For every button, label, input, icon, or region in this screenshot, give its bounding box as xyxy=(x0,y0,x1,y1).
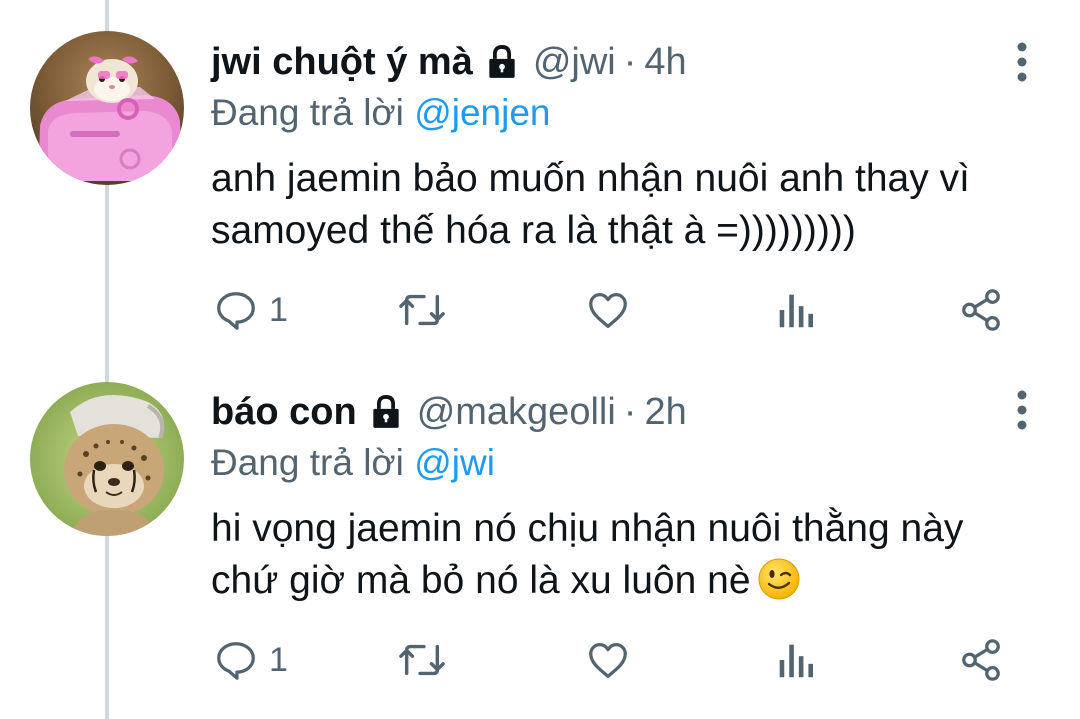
tweet[interactable]: báo con @makgeolli · 2h Đang trả lời @jw… xyxy=(0,360,1080,719)
reply-button[interactable]: 1 xyxy=(213,280,288,340)
retweet-icon xyxy=(399,294,445,326)
tweet-header: báo con @makgeolli · 2h xyxy=(211,384,687,440)
retweet-button[interactable] xyxy=(396,630,448,690)
reply-count: 1 xyxy=(269,640,288,679)
separator-dot: · xyxy=(623,391,637,433)
hamster-in-pink-car-avatar-icon xyxy=(30,31,184,185)
display-name[interactable]: jwi chuột ý mà xyxy=(211,34,473,90)
retweet-icon xyxy=(399,644,445,676)
winking-face-emoji-icon xyxy=(758,558,800,600)
avatar[interactable] xyxy=(30,382,184,536)
timestamp[interactable]: 2h xyxy=(644,384,686,440)
replying-to: Đang trả lời @jwi xyxy=(211,438,495,488)
tweet-text: anh jaemin bảo muốn nhận nuôi anh thay v… xyxy=(211,153,1041,257)
replying-to: Đang trả lời @jenjen xyxy=(211,88,551,138)
reply-thread: jwi chuột ý mà @jwi · 4h Đang trả lời @j… xyxy=(0,0,1080,719)
more-options-icon[interactable] xyxy=(1016,390,1028,430)
analytics-icon xyxy=(779,294,814,328)
tweet-text-line-with-emoji: chứ giờ mà bỏ nó là xu luôn nè xyxy=(211,555,1041,607)
reply-count: 1 xyxy=(269,290,288,329)
share-button[interactable] xyxy=(958,280,1004,340)
share-button[interactable] xyxy=(958,630,1004,690)
lock-icon xyxy=(489,45,515,78)
tweet-text-line: anh jaemin bảo muốn nhận nuôi anh thay v… xyxy=(211,157,970,200)
tweet-actions: 1 xyxy=(211,280,1031,340)
tweet[interactable]: jwi chuột ý mà @jwi · 4h Đang trả lời @j… xyxy=(0,0,1080,360)
like-button[interactable] xyxy=(584,280,632,340)
reply-icon xyxy=(217,292,255,330)
replying-to-label: Đang trả lời xyxy=(211,442,404,483)
tweet-header: jwi chuột ý mà @jwi · 4h xyxy=(211,34,687,90)
analytics-button[interactable] xyxy=(775,630,815,690)
tweet-text-line: samoyed thế hóa ra là thật à =))))))))) xyxy=(211,209,856,252)
tweet-actions: 1 xyxy=(211,630,1031,690)
replying-to-mention[interactable]: @jwi xyxy=(414,442,495,483)
analytics-icon xyxy=(779,644,814,678)
tweet-text: hi vọng jaemin nó chịu nhận nuôi thằng n… xyxy=(211,503,1041,607)
handle[interactable]: @makgeolli xyxy=(417,384,616,440)
share-icon xyxy=(962,289,1000,331)
avatar[interactable] xyxy=(30,31,184,185)
reply-button[interactable]: 1 xyxy=(213,630,288,690)
timestamp[interactable]: 4h xyxy=(644,34,686,90)
retweet-button[interactable] xyxy=(396,280,448,340)
separator-dot: · xyxy=(623,41,637,83)
replying-to-mention[interactable]: @jenjen xyxy=(414,92,550,133)
heart-icon xyxy=(589,643,627,678)
replying-to-label: Đang trả lời xyxy=(211,92,404,133)
reply-icon xyxy=(217,642,255,680)
share-icon xyxy=(962,639,1000,681)
handle[interactable]: @jwi xyxy=(533,34,616,90)
tweet-text-line: hi vọng jaemin nó chịu nhận nuôi thằng n… xyxy=(211,507,964,550)
more-options-icon[interactable] xyxy=(1016,42,1028,82)
like-button[interactable] xyxy=(584,630,632,690)
tweet-text-fragment: chứ giờ mà bỏ nó là xu luôn nè xyxy=(211,559,751,602)
analytics-button[interactable] xyxy=(775,280,815,340)
cheetah-cub-with-cap-avatar-icon xyxy=(30,382,184,536)
display-name[interactable]: báo con xyxy=(211,384,357,440)
heart-icon xyxy=(589,293,627,328)
lock-icon xyxy=(373,395,399,428)
